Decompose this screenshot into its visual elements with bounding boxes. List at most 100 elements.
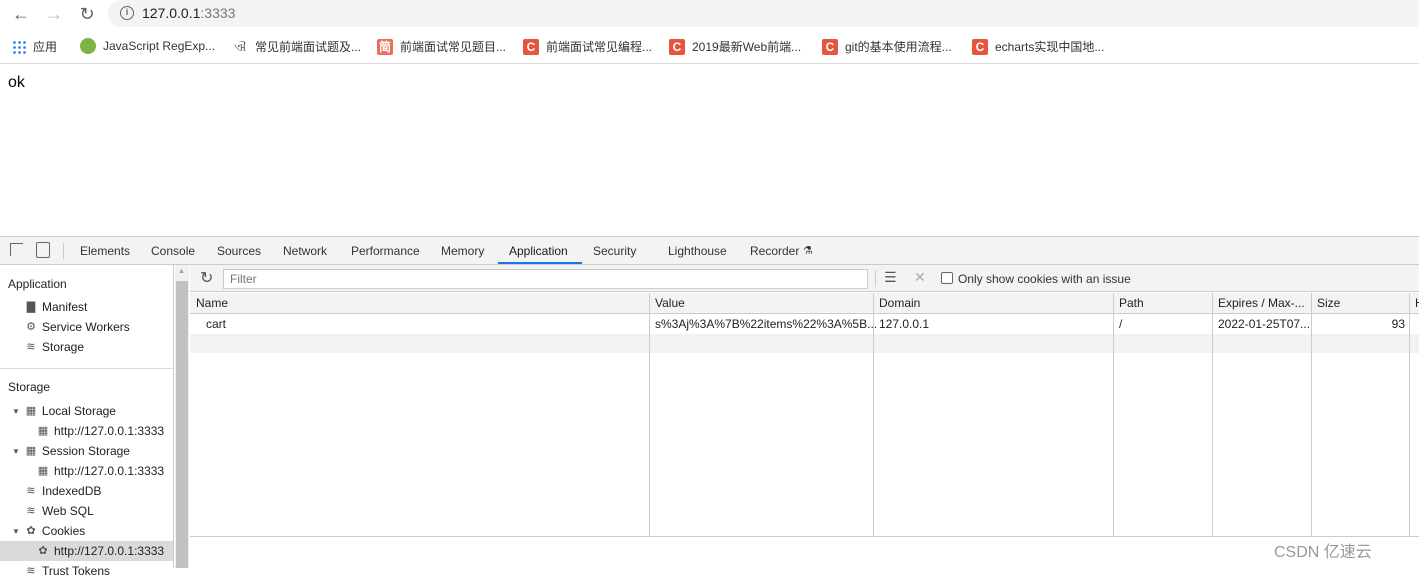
reload-icon[interactable]: ↻ <box>76 4 98 24</box>
bookmark-label: 应用 <box>33 40 58 54</box>
sidebar-item-storage[interactable]: ≋ Storage <box>25 337 84 357</box>
sidebar-item-label: Trust Tokens <box>42 564 111 578</box>
column-header-1[interactable]: Value <box>655 296 685 310</box>
divider <box>0 63 1419 64</box>
sidebar-item-label: http://127.0.0.1:3333 <box>54 424 165 438</box>
bookmark-label: 2019最新Web前端... <box>692 40 802 54</box>
tab-performance[interactable]: Performance <box>351 244 420 258</box>
table-cell[interactable]: 2022-01-25T07... <box>1218 317 1310 331</box>
sidebar-item-session-storage[interactable]: ▼ ▦ Session Storage <box>12 441 130 461</box>
csdn-favicon-icon: C <box>523 38 539 55</box>
page-text: ok <box>8 74 25 91</box>
watermark: CSDN 亿速云 <box>1274 544 1372 561</box>
expand-arrow-icon[interactable]: ▼ <box>12 527 20 536</box>
scroll-up-icon[interactable]: ▲ <box>178 268 185 275</box>
grid-icon: ▦ <box>37 425 49 437</box>
table-row-empty <box>190 334 1419 353</box>
inspect-element-icon[interactable] <box>10 243 23 256</box>
bookmark-label: JavaScript RegExp... <box>103 39 216 53</box>
info-icon[interactable]: i <box>120 6 134 20</box>
column-header-2[interactable]: Domain <box>879 296 920 310</box>
issue-filter-checkbox[interactable] <box>941 272 953 284</box>
column-header-0[interactable]: Name <box>196 296 228 310</box>
sidebar-item-local-storage[interactable]: ▼ ▦ Local Storage <box>12 401 116 421</box>
scrollbar-thumb[interactable] <box>176 281 188 568</box>
sidebar-item-cookies[interactable]: ▼ ✿ Cookies <box>12 521 85 541</box>
column-divider <box>1113 293 1114 536</box>
back-icon[interactable]: ← <box>10 4 32 24</box>
sidebar-item-http-127-0-0-1-3333[interactable]: ▦ http://127.0.0.1:3333 <box>37 461 164 481</box>
sidebar-item-web-sql[interactable]: ≋ Web SQL <box>25 501 93 521</box>
address-bar[interactable]: i 127.0.0.1:3333 <box>108 0 1419 27</box>
sidebar-item-trust-tokens[interactable]: ≋ Trust Tokens <box>25 561 110 581</box>
sidebar-item-http-127-0-0-1-3333[interactable]: ✿ http://127.0.0.1:3333 <box>37 541 164 561</box>
tab-application[interactable]: Application <box>509 244 568 258</box>
table-header: Name Value Domain Path Expires / Max-... Size… <box>190 293 1419 314</box>
database-icon: ≋ <box>26 341 36 353</box>
bookmark-label: 常见前端面试题及... <box>255 40 362 54</box>
cookie-icon: ✿ <box>26 525 36 537</box>
column-header-5[interactable]: Size <box>1317 296 1340 310</box>
grid-icon: ▦ <box>37 465 49 477</box>
devtools-panel: Elements Console Sources Network Performance… <box>0 236 1419 578</box>
tab-sources[interactable]: Sources <box>217 244 261 258</box>
sidebar-item-label: Manifest <box>42 300 88 314</box>
tab-console[interactable]: Console <box>151 244 195 258</box>
file-icon: ▇ <box>26 301 36 313</box>
clear-filtered-cookies-icon[interactable]: ☰ <box>884 269 897 286</box>
devtools-tab-bar: Elements Console Sources Network Performance… <box>0 237 1419 265</box>
column-header-6[interactable]: H <box>1415 296 1419 310</box>
sidebar-item-label: http://127.0.0.1:3333 <box>54 544 165 558</box>
application-sidebar: Application ▇ Manifest ⚙ Service Workers ≋ Sto… <box>0 265 174 578</box>
table-cell[interactable]: s%3Aj%3A%7B%22items%22%3A%5B... <box>655 317 877 331</box>
sidebar-scrollbar[interactable]: ▲ <box>175 265 189 568</box>
delete-selected-icon[interactable]: ✕ <box>914 269 926 286</box>
favicon-icon: ଐ <box>233 39 246 54</box>
bookmark-7[interactable]: Cecharts实现中国地... <box>972 38 1104 55</box>
tab-elements[interactable]: Elements <box>80 244 130 258</box>
bookmark-1[interactable]: JavaScript RegExp... <box>80 38 215 54</box>
bookmark-0[interactable]: 应用 <box>12 38 57 55</box>
expand-arrow-icon[interactable]: ▼ <box>12 407 20 416</box>
divider <box>0 368 173 369</box>
column-header-3[interactable]: Path <box>1119 296 1144 310</box>
bookmark-label: 前端面试常见编程... <box>546 40 653 54</box>
device-toolbar-icon[interactable] <box>36 242 50 258</box>
cookie-icon: ✿ <box>38 545 48 557</box>
grid-icon: ▦ <box>25 445 37 457</box>
table-cell[interactable]: 93 <box>1317 317 1405 331</box>
bookmark-2[interactable]: ଐ 常见前端面试题及... <box>232 38 361 55</box>
table-cell[interactable]: cart <box>206 317 226 331</box>
bookmark-5[interactable]: C 2019最新Web前端... <box>669 38 801 55</box>
sidebar-item-http-127-0-0-1-3333[interactable]: ▦ http://127.0.0.1:3333 <box>37 421 164 441</box>
url-text: 127.0.0.1:3333 <box>142 5 235 21</box>
forward-icon[interactable]: → <box>43 4 65 24</box>
tab-network[interactable]: Network <box>283 244 327 258</box>
bookmark-3[interactable]: 简前端面试常见题目... <box>377 38 506 55</box>
sidebar-item-manifest[interactable]: ▇ Manifest <box>25 297 88 317</box>
jianshu-favicon-icon: 简 <box>377 38 393 55</box>
sidebar-item-label: Service Workers <box>42 320 130 334</box>
column-divider <box>873 293 874 536</box>
sidebar-item-service-workers[interactable]: ⚙ Service Workers <box>25 317 130 337</box>
sidebar-item-label: IndexedDB <box>42 484 102 498</box>
column-header-4[interactable]: Expires / Max-... <box>1218 296 1305 310</box>
tab-lighthouse[interactable]: Lighthouse <box>668 244 727 258</box>
sidebar-item-indexeddb[interactable]: ≋ IndexedDB <box>25 481 101 501</box>
url-port: :3333 <box>200 5 236 21</box>
browser-toolbar: ← → ↻ i 127.0.0.1:3333 <box>0 0 1419 28</box>
filter-input[interactable] <box>223 269 868 289</box>
refresh-icon[interactable]: ↻ <box>200 268 213 288</box>
table-cell[interactable]: / <box>1119 317 1122 331</box>
bookmark-4[interactable]: C 前端面试常见编程... <box>523 38 652 55</box>
bookmark-6[interactable]: Cgit的基本使用流程... <box>822 38 952 55</box>
tab-security[interactable]: Security <box>593 244 636 258</box>
tab-recorder[interactable]: Recorder <box>750 244 799 258</box>
cookies-toolbar: ↻ ☰ ✕ Only show cookies with an issue <box>190 265 1419 292</box>
divider <box>875 270 876 287</box>
apps-grid-icon <box>12 39 26 54</box>
table-cell[interactable]: 127.0.0.1 <box>879 317 929 331</box>
expand-arrow-icon[interactable]: ▼ <box>12 447 20 456</box>
divider <box>63 243 64 259</box>
tab-memory[interactable]: Memory <box>441 244 484 258</box>
